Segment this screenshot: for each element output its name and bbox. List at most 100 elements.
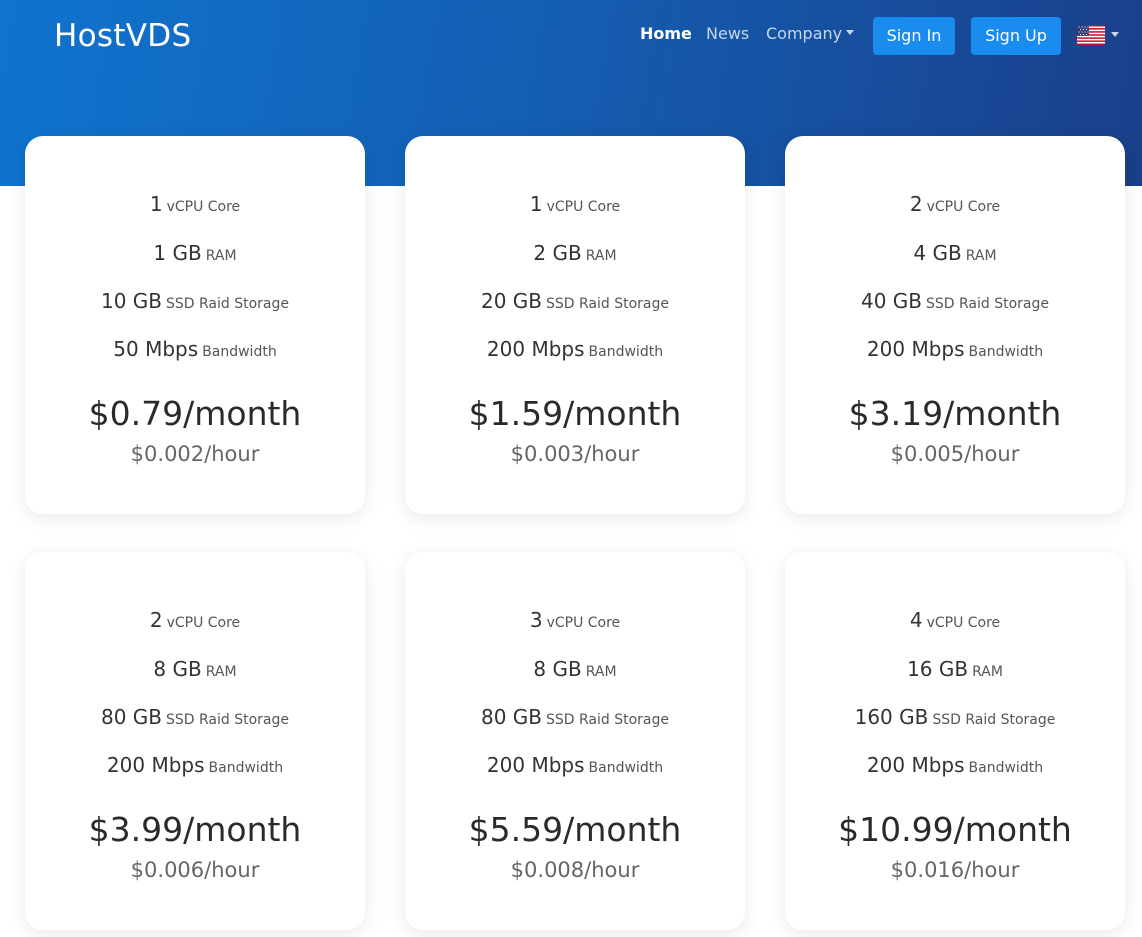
- ram-label: RAM: [965, 248, 997, 264]
- plan-hourly-price: $0.006/hour: [130, 858, 260, 882]
- plan-card[interactable]: 2 vCPU Core 8 GB RAM 80 GB SSD Raid Storage…: [25, 552, 365, 930]
- storage-value: 20 GB: [480, 289, 542, 313]
- plan-monthly-price: $10.99/month: [838, 810, 1072, 849]
- cpu-value: 2: [909, 192, 923, 216]
- plan-cpu: 2 vCPU Core: [25, 608, 365, 632]
- bandwidth-value: 200 Mbps: [486, 337, 585, 361]
- cpu-label: vCPU Core: [926, 199, 1001, 215]
- plan-monthly-price: $3.19/month: [848, 394, 1062, 433]
- plan-monthly-price: $3.99/month: [88, 810, 302, 849]
- plan-storage: 40 GB SSD Raid Storage: [785, 289, 1125, 313]
- plan-ram: 4 GB RAM: [785, 241, 1125, 265]
- us-flag-icon: [1077, 25, 1105, 45]
- plan-cpu: 1 vCPU Core: [405, 192, 745, 216]
- plan-card[interactable]: 1 vCPU Core 1 GB RAM 10 GB SSD Raid Storage…: [25, 136, 365, 514]
- plan-bandwidth: 50 Mbps Bandwidth: [25, 337, 365, 361]
- bandwidth-label: Bandwidth: [202, 344, 277, 360]
- nav-news-link[interactable]: News: [706, 24, 749, 43]
- plan-ram: 16 GB RAM: [785, 657, 1125, 681]
- plan-storage: 20 GB SSD Raid Storage: [405, 289, 745, 313]
- storage-value: 160 GB: [854, 705, 929, 729]
- storage-value: 10 GB: [100, 289, 162, 313]
- plan-card[interactable]: 2 vCPU Core 4 GB RAM 40 GB SSD Raid Storage…: [785, 136, 1125, 514]
- sign-up-button[interactable]: Sign Up: [971, 17, 1061, 55]
- bandwidth-label: Bandwidth: [208, 760, 284, 776]
- cpu-value: 2: [149, 608, 163, 632]
- ram-value: 4 GB: [913, 241, 962, 265]
- plan-monthly-price: $5.59/month: [468, 810, 682, 849]
- top-navbar: HostVDS Home News Company Sign In Sign U…: [0, 0, 1142, 70]
- plan-bandwidth: 200 Mbps Bandwidth: [405, 337, 745, 361]
- storage-label: SSD Raid Storage: [166, 712, 290, 728]
- storage-label: SSD Raid Storage: [546, 296, 670, 312]
- language-selector[interactable]: [1077, 24, 1119, 46]
- bandwidth-label: Bandwidth: [588, 344, 664, 360]
- ram-value: 2 GB: [533, 241, 582, 265]
- plan-storage: 10 GB SSD Raid Storage: [25, 289, 365, 313]
- bandwidth-label: Bandwidth: [588, 760, 664, 776]
- bandwidth-value: 50 Mbps: [113, 337, 199, 361]
- storage-value: 40 GB: [860, 289, 922, 313]
- plan-bandwidth: 200 Mbps Bandwidth: [405, 753, 745, 777]
- bandwidth-value: 200 Mbps: [106, 753, 205, 777]
- cpu-label: vCPU Core: [166, 615, 241, 631]
- ram-label: RAM: [972, 664, 1003, 680]
- plan-monthly-price: $1.59/month: [468, 394, 682, 433]
- cpu-value: 4: [909, 608, 923, 632]
- storage-label: SSD Raid Storage: [926, 296, 1050, 312]
- ram-label: RAM: [585, 664, 617, 680]
- storage-value: 80 GB: [480, 705, 542, 729]
- cpu-value: 1: [149, 192, 163, 216]
- ram-label: RAM: [205, 664, 237, 680]
- bandwidth-label: Bandwidth: [968, 760, 1044, 776]
- plan-card[interactable]: 1 vCPU Core 2 GB RAM 20 GB SSD Raid Storage…: [405, 136, 745, 514]
- plan-cpu: 4 vCPU Core: [785, 608, 1125, 632]
- ram-value: 16 GB: [907, 657, 969, 681]
- cpu-label: vCPU Core: [546, 615, 621, 631]
- ram-value: 1 GB: [153, 241, 202, 265]
- ram-label: RAM: [585, 248, 617, 264]
- bandwidth-value: 200 Mbps: [866, 753, 965, 777]
- bandwidth-label: Bandwidth: [968, 344, 1044, 360]
- plan-monthly-price: $0.79/month: [88, 394, 302, 433]
- plan-hourly-price: $0.008/hour: [510, 858, 640, 882]
- plan-cpu: 3 vCPU Core: [405, 608, 745, 632]
- sign-in-button[interactable]: Sign In: [873, 17, 955, 55]
- storage-value: 80 GB: [100, 705, 162, 729]
- plan-storage: 80 GB SSD Raid Storage: [25, 705, 365, 729]
- ram-value: 8 GB: [533, 657, 582, 681]
- bandwidth-value: 200 Mbps: [866, 337, 965, 361]
- plan-hourly-price: $0.003/hour: [510, 442, 640, 466]
- nav-home-link[interactable]: Home: [640, 24, 692, 43]
- cpu-label: vCPU Core: [546, 199, 621, 215]
- storage-label: SSD Raid Storage: [546, 712, 670, 728]
- brand-logo[interactable]: HostVDS: [54, 18, 191, 54]
- plan-bandwidth: 200 Mbps Bandwidth: [785, 337, 1125, 361]
- cpu-value: 3: [529, 608, 543, 632]
- storage-label: SSD Raid Storage: [166, 296, 290, 312]
- plan-ram: 8 GB RAM: [405, 657, 745, 681]
- plan-bandwidth: 200 Mbps Bandwidth: [25, 753, 365, 777]
- plan-ram: 2 GB RAM: [405, 241, 745, 265]
- plan-ram: 1 GB RAM: [25, 241, 365, 265]
- plan-cpu: 1 vCPU Core: [25, 192, 365, 216]
- nav-company-dropdown[interactable]: Company: [766, 24, 855, 43]
- plan-cpu: 2 vCPU Core: [785, 192, 1125, 216]
- plan-card[interactable]: 3 vCPU Core 8 GB RAM 80 GB SSD Raid Storage…: [405, 552, 745, 930]
- plan-hourly-price: $0.016/hour: [890, 858, 1020, 882]
- plan-card[interactable]: 4 vCPU Core 16 GB RAM 160 GB SSD Raid Stora…: [785, 552, 1125, 930]
- plan-ram: 8 GB RAM: [25, 657, 365, 681]
- cpu-label: vCPU Core: [926, 615, 1001, 631]
- ram-label: RAM: [205, 248, 237, 264]
- plan-storage: 160 GB SSD Raid Storage: [785, 705, 1125, 729]
- ram-value: 8 GB: [153, 657, 202, 681]
- bandwidth-value: 200 Mbps: [486, 753, 585, 777]
- plan-hourly-price: $0.002/hour: [130, 442, 260, 466]
- plan-hourly-price: $0.005/hour: [890, 442, 1020, 466]
- plan-storage: 80 GB SSD Raid Storage: [405, 705, 745, 729]
- cpu-value: 1: [529, 192, 543, 216]
- language-chevron-down-icon: [1111, 32, 1119, 37]
- cpu-label: vCPU Core: [166, 199, 241, 215]
- plan-bandwidth: 200 Mbps Bandwidth: [785, 753, 1125, 777]
- chevron-down-icon: [846, 30, 855, 35]
